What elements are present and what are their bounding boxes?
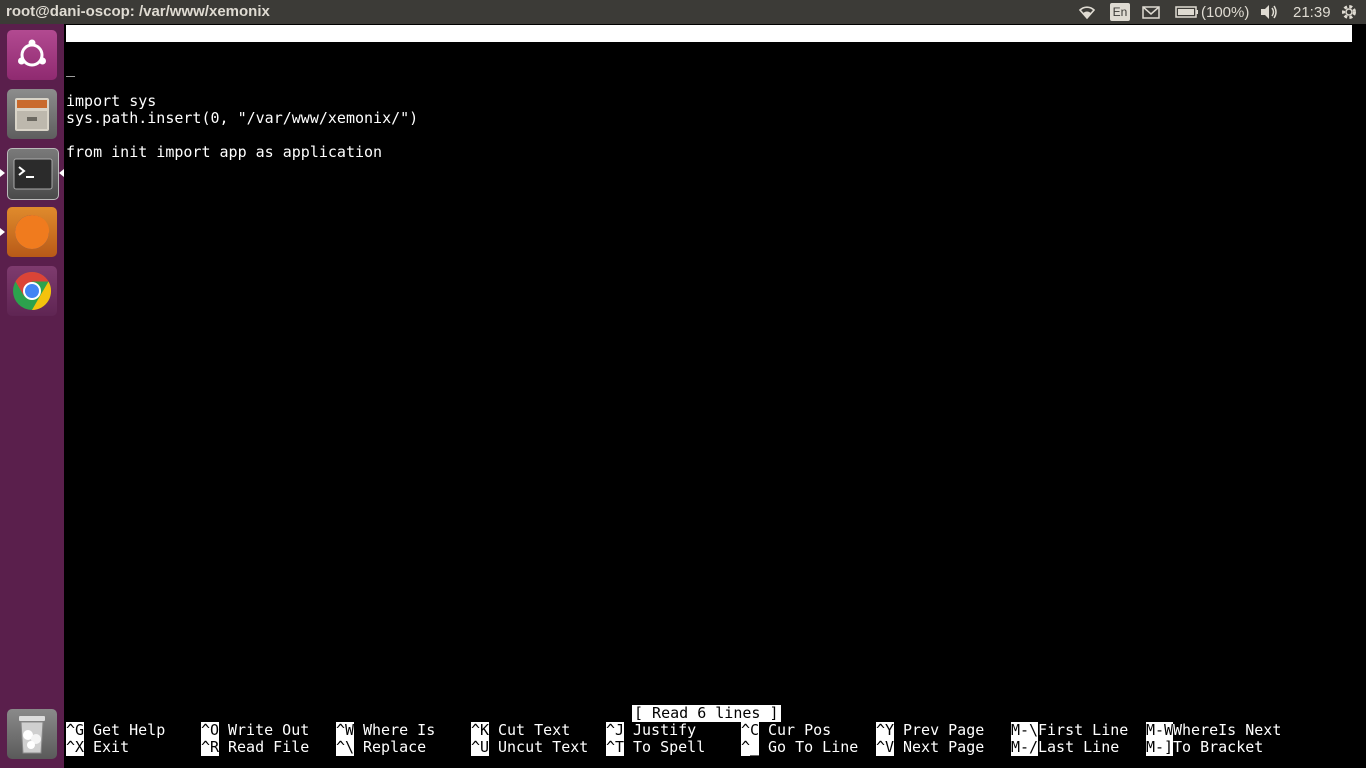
shortcut-label[interactable]: Cur Pos: [768, 722, 831, 739]
shortcut-key: ^_: [741, 738, 760, 756]
launcher-chrome-button[interactable]: [7, 266, 57, 316]
shortcut-label[interactable]: Uncut Text: [498, 739, 588, 756]
shortcut-label[interactable]: Last Line: [1038, 739, 1119, 756]
shortcut-key: ^T: [606, 738, 625, 756]
shortcut-key: ^\: [336, 738, 355, 756]
nano-status-message: [ Read 6 lines ]: [632, 704, 781, 722]
firefox-icon: [11, 211, 53, 257]
shortcut-label[interactable]: To Spell: [633, 739, 705, 756]
launcher-dash-button[interactable]: [7, 30, 57, 80]
shortcut-key: ^W: [336, 721, 355, 739]
shortcut-key: ^K: [471, 721, 490, 739]
shortcut-key: ^J: [606, 721, 625, 739]
shortcut-key: ^V: [876, 738, 895, 756]
nano-version: GNU nano 2.5.3: [83, 41, 210, 59]
mail-icon[interactable]: [1141, 3, 1161, 21]
shortcut-label[interactable]: Prev Page: [903, 722, 984, 739]
shortcut-key: M-\: [1011, 721, 1039, 739]
terminal-window[interactable]: GNU nano 2.5.3 File: xemonix.wsgi _ impo…: [64, 24, 1354, 768]
launcher-files-button[interactable]: [7, 89, 57, 139]
shortcut-label[interactable]: WhereIs Next: [1173, 722, 1281, 739]
volume-icon[interactable]: [1258, 3, 1280, 21]
clock[interactable]: 21:39: [1293, 3, 1331, 21]
shortcut-key: ^C: [741, 721, 760, 739]
chrome-icon: [10, 269, 54, 317]
battery-percentage: (100%): [1201, 3, 1250, 21]
shortcut-label[interactable]: Next Page: [903, 739, 984, 756]
shortcut-label[interactable]: Cut Text: [498, 722, 570, 739]
running-indicator: [0, 169, 5, 177]
shortcut-key: ^G: [66, 721, 85, 739]
shortcut-key: ^Y: [876, 721, 895, 739]
launcher-terminal-button[interactable]: [7, 148, 59, 200]
terminal-icon: [13, 158, 53, 194]
shortcut-label[interactable]: Where Is: [363, 722, 435, 739]
nano-filename: File: xemonix.wsgi: [516, 58, 679, 76]
battery-icon[interactable]: [1174, 3, 1200, 21]
shortcut-label[interactable]: First Line: [1038, 722, 1128, 739]
files-icon: [12, 95, 52, 137]
trash-icon: [16, 713, 48, 759]
shortcut-key: ^U: [471, 738, 490, 756]
text-cursor: _: [66, 59, 76, 77]
shortcut-key: ^O: [201, 721, 220, 739]
terminal-scrollbar[interactable]: [1354, 24, 1366, 768]
gear-icon[interactable]: [1338, 3, 1360, 21]
editor-line[interactable]: import sys: [66, 93, 156, 110]
window-title: root@dani-oscop: /var/www/xemonix: [6, 3, 270, 20]
editor-line[interactable]: from init import app as application: [66, 144, 382, 161]
wifi-icon[interactable]: [1076, 3, 1098, 21]
running-indicator: [0, 228, 5, 236]
shortcut-label[interactable]: Replace: [363, 739, 426, 756]
shortcut-key: ^R: [201, 738, 220, 756]
launcher-firefox-button[interactable]: [7, 207, 57, 257]
shortcut-key: M-W: [1146, 721, 1174, 739]
shortcut-label[interactable]: Get Help: [93, 722, 165, 739]
shortcut-label[interactable]: Write Out: [228, 722, 309, 739]
shortcut-key: ^X: [66, 738, 85, 756]
keyboard-layout-indicator[interactable]: En: [1110, 3, 1130, 21]
launcher-trash-button[interactable]: [7, 709, 57, 759]
nano-title-bar: GNU nano 2.5.3 File: xemonix.wsgi: [66, 25, 1352, 76]
launcher: [0, 24, 64, 768]
shortcut-label[interactable]: Read File: [228, 739, 309, 756]
shortcut-label[interactable]: Go To Line: [768, 739, 858, 756]
ubuntu-dash-icon: [14, 37, 50, 77]
top-panel: root@dani-oscop: /var/www/xemonix En (10…: [0, 0, 1366, 24]
shortcut-key: M-/: [1011, 738, 1039, 756]
editor-line[interactable]: sys.path.insert(0, "/var/www/xemonix/"): [66, 110, 418, 127]
shortcut-key: M-]: [1146, 738, 1174, 756]
shortcut-label[interactable]: Justify: [633, 722, 696, 739]
shortcut-label[interactable]: Exit: [93, 739, 129, 756]
shortcut-label[interactable]: To Bracket: [1173, 739, 1263, 756]
